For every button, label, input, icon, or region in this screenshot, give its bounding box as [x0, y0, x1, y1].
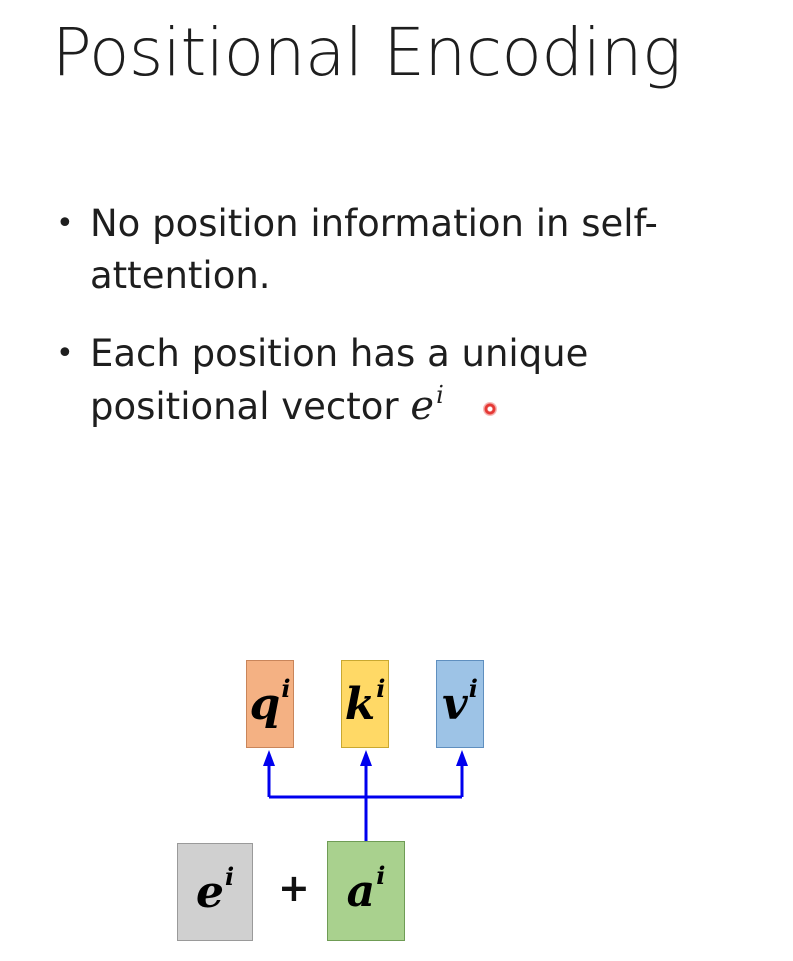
positional-vector-superscript: i — [436, 381, 444, 409]
arrowheads — [263, 750, 468, 766]
key-superscript: i — [376, 673, 386, 703]
bullet-item-1: • No position information in self-attent… — [56, 198, 756, 302]
arrowhead-k — [360, 750, 372, 766]
bullet-list: • No position information in self-attent… — [56, 198, 756, 463]
bullet-text-2: Each position has a unique positional ve… — [90, 332, 589, 428]
query-superscript: i — [281, 673, 291, 703]
bullet-item-2: • Each position has a unique positional … — [56, 328, 756, 437]
arrowhead-v — [456, 750, 468, 766]
positional-vector-symbol: e — [410, 383, 435, 429]
value-superscript: i — [468, 673, 478, 703]
value-symbol: v — [442, 678, 468, 730]
slide-title: Positional Encoding — [52, 14, 682, 91]
bullet-dot-icon: • — [56, 206, 74, 241]
key-box: ki — [341, 660, 389, 748]
key-symbol: k — [344, 678, 376, 730]
positional-vector-box: ei — [177, 843, 253, 941]
query-box: qi — [246, 660, 294, 748]
bullet-dot-icon: • — [56, 336, 74, 371]
diagram-connectors — [263, 750, 468, 841]
input-vector-box: ai — [327, 841, 405, 941]
arrowhead-q — [263, 750, 275, 766]
input-vector-superscript: i — [376, 860, 386, 890]
connector-lines — [267, 766, 464, 841]
input-vector-symbol: a — [346, 865, 376, 917]
query-symbol: q — [249, 678, 281, 730]
value-box: vi — [436, 660, 484, 748]
plus-operator: + — [278, 866, 310, 910]
positional-vector-box-symbol: e — [195, 866, 224, 918]
pointer-cursor-icon — [483, 402, 497, 416]
positional-vector-box-superscript: i — [224, 861, 235, 891]
bullet-text-1: No position information in self-attentio… — [90, 202, 658, 297]
